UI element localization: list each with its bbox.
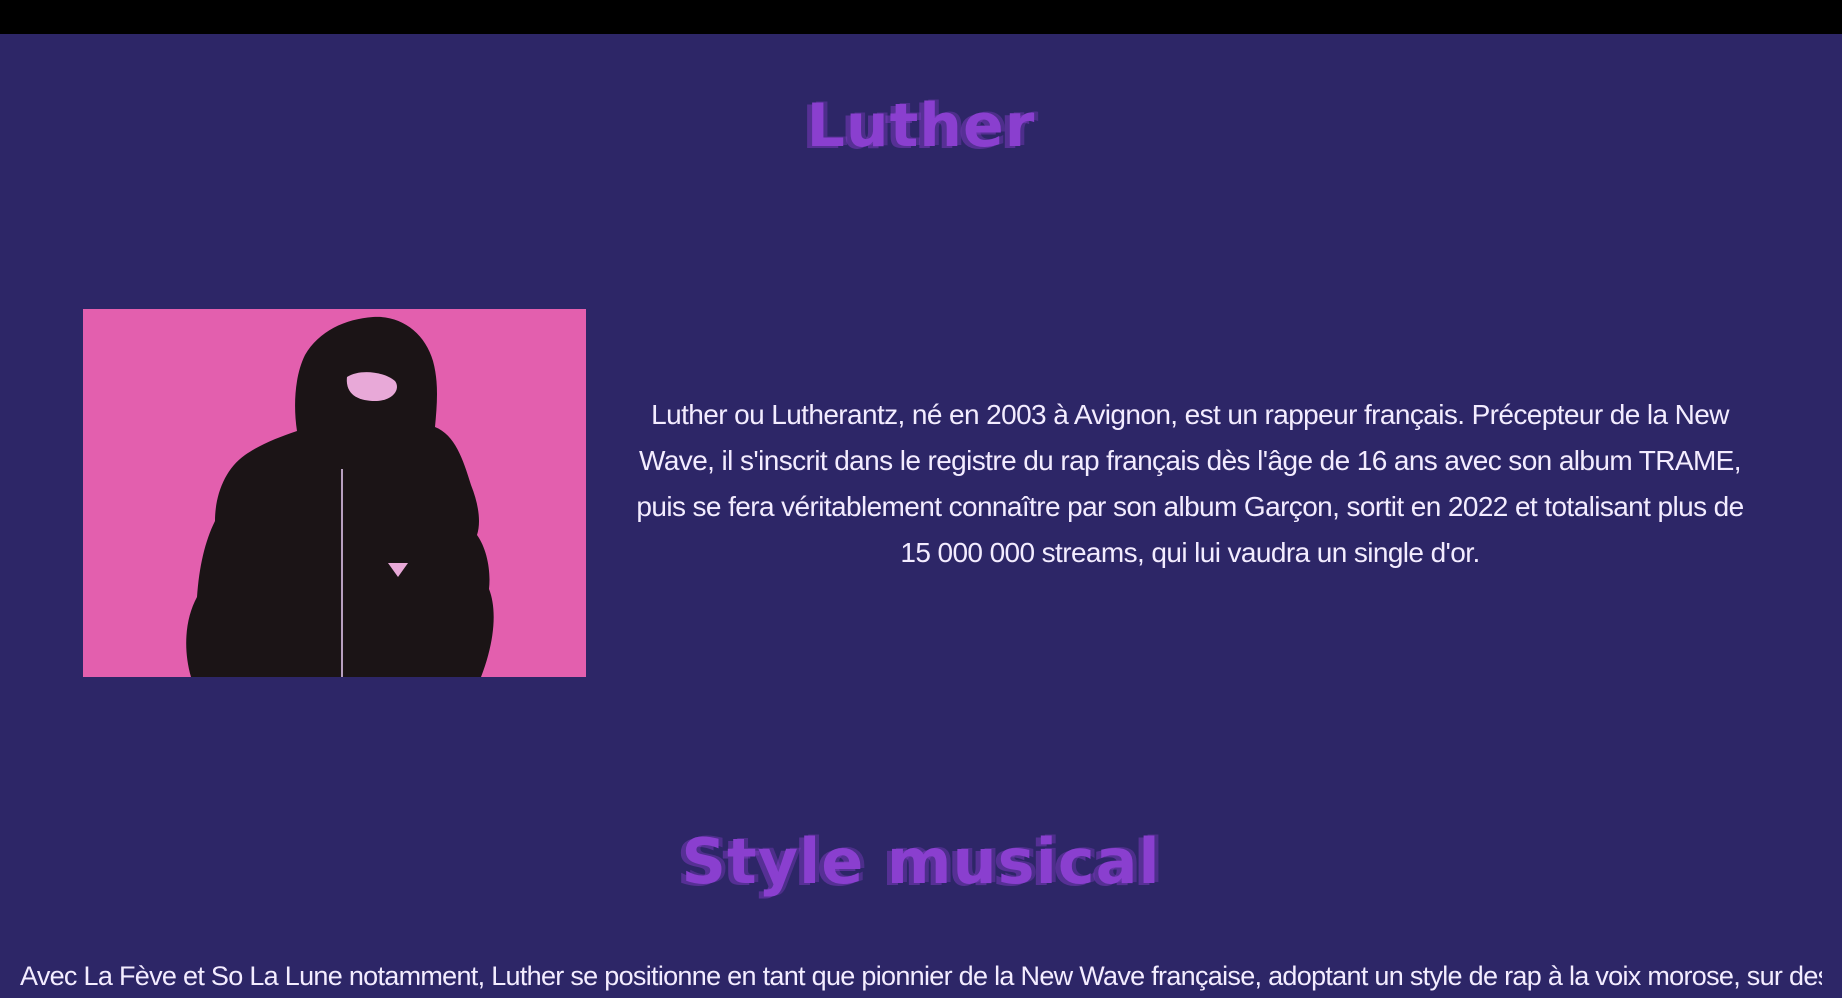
section-title-style: Style musical bbox=[681, 825, 1161, 898]
artist-photo bbox=[83, 309, 586, 677]
page-title: Luther bbox=[806, 91, 1036, 161]
artist-bio: Luther ou Lutherantz, né en 2003 à Avign… bbox=[636, 399, 1744, 568]
hooded-figure-photo-icon bbox=[83, 309, 586, 677]
top-bar bbox=[0, 0, 1842, 34]
style-description: Avec La Fève et So La Lune notamment, Lu… bbox=[20, 961, 1822, 991]
